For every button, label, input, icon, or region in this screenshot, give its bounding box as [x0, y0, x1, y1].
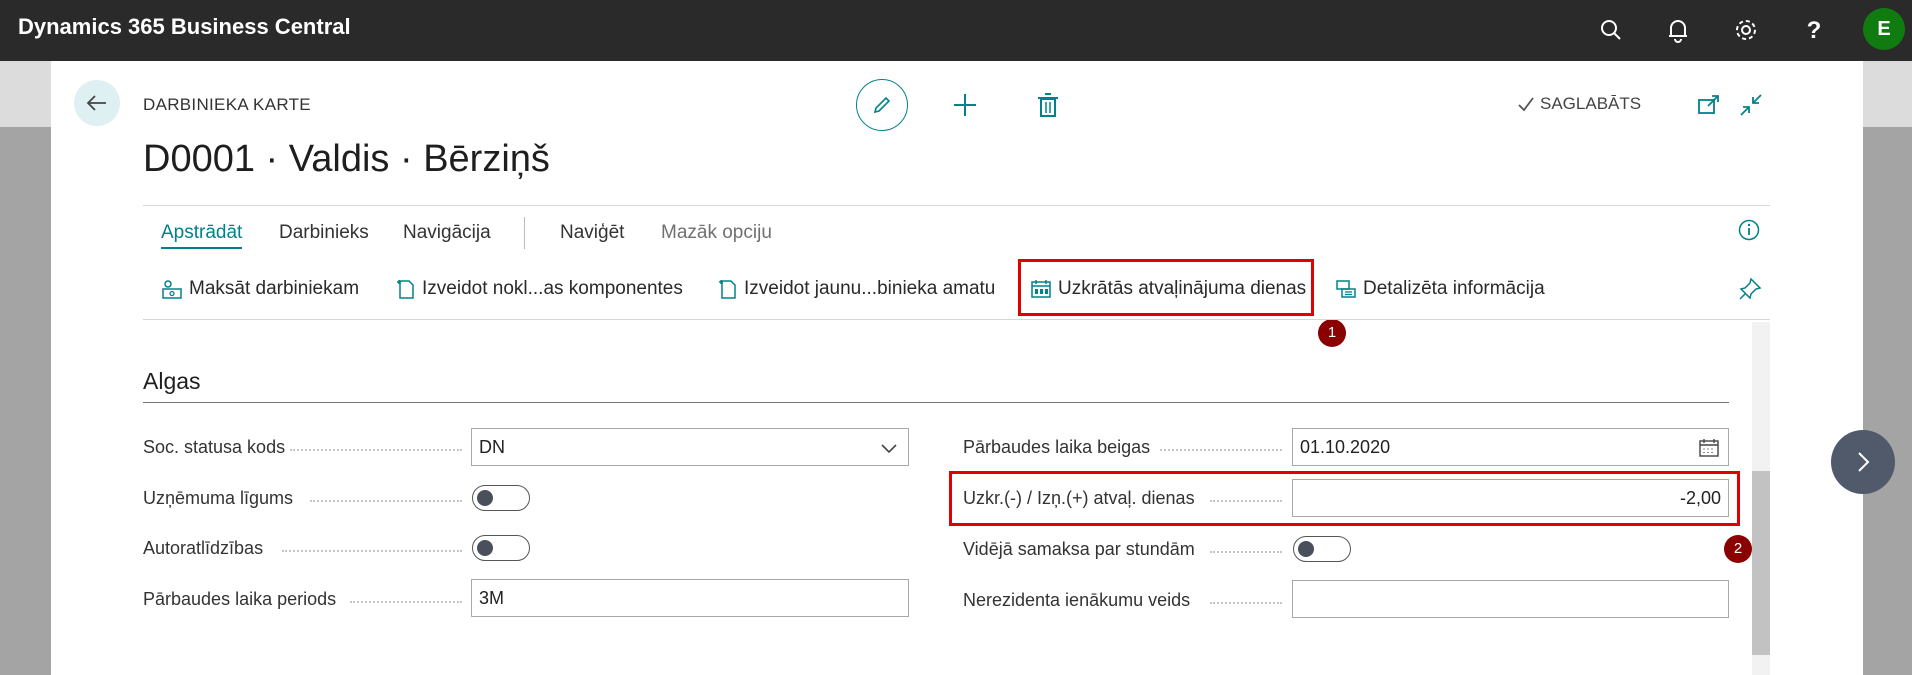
- scrollbar-thumb[interactable]: [1752, 471, 1770, 655]
- help-icon[interactable]: ?: [1798, 14, 1830, 46]
- trash-icon: [1038, 93, 1058, 117]
- soc-status-select[interactable]: DN: [471, 428, 909, 466]
- field-label-royalties: Autoratlīdzības: [143, 538, 264, 558]
- back-button[interactable]: [74, 80, 120, 126]
- annotation-badge-2: 2: [1724, 535, 1752, 563]
- field-label-probation-end: Pārbaudes laika beigas: [963, 437, 1151, 457]
- chevron-down-icon: [881, 444, 897, 454]
- section-divider: [143, 402, 1729, 403]
- checkmark-icon: [1518, 97, 1534, 112]
- average-hourly-pay-toggle[interactable]: [1293, 536, 1351, 562]
- open-in-new-icon: [1698, 95, 1719, 114]
- avatar[interactable]: E: [1863, 8, 1905, 50]
- dotted-leader: [1160, 449, 1282, 451]
- plus-icon: [954, 94, 976, 116]
- create-new-position-action[interactable]: Izveidot jaunu...binieka amatu: [716, 276, 995, 302]
- detailed-info-action[interactable]: Detalizēta informācija: [1335, 276, 1545, 302]
- tab-fewer-options[interactable]: Mazāk opciju: [661, 222, 772, 244]
- new-button[interactable]: [951, 91, 979, 119]
- field-label-probation-period: Pārbaudes laika periods: [143, 589, 337, 609]
- field-label-nonresident-income: Nerezidenta ienākumu veids: [963, 590, 1191, 610]
- royalties-toggle[interactable]: [472, 535, 530, 561]
- pencil-icon: [873, 96, 891, 114]
- company-contract-toggle[interactable]: [472, 485, 530, 511]
- edit-button[interactable]: [856, 79, 908, 131]
- pay-icon: [162, 280, 182, 299]
- probation-end-date-input[interactable]: 01.10.2020: [1292, 428, 1729, 466]
- pay-employee-label: Maksāt darbiniekam: [189, 278, 360, 299]
- nonresident-income-input[interactable]: [1292, 580, 1729, 618]
- tab-darbinieks[interactable]: Darbinieks: [279, 222, 369, 244]
- app-title[interactable]: Dynamics 365 Business Central: [18, 14, 351, 40]
- field-label-average-hourly-pay: Vidējā samaksa par stundām: [963, 539, 1195, 559]
- tab-navigacija[interactable]: Navigācija: [403, 222, 491, 244]
- info-button[interactable]: [1737, 218, 1761, 242]
- tab-apstradat[interactable]: Apstrādāt: [161, 222, 243, 249]
- bell-icon[interactable]: [1662, 14, 1694, 46]
- pin-button[interactable]: [1737, 276, 1763, 302]
- highlight-box-2: [949, 471, 1740, 526]
- create-new-position-label: Izveidot jaunu...binieka amatu: [744, 278, 996, 299]
- soc-status-value: DN: [479, 437, 505, 457]
- tab-navigeet[interactable]: Naviģēt: [560, 222, 624, 244]
- dotted-leader: [290, 449, 462, 451]
- details-icon: [1336, 280, 1356, 298]
- header-divider: [143, 205, 1770, 206]
- annotation-badge-1: 1: [1318, 319, 1346, 347]
- dotted-leader: [282, 550, 462, 552]
- section-title[interactable]: Algas: [143, 368, 201, 395]
- svg-text:?: ?: [1807, 17, 1822, 44]
- info-icon: [1738, 219, 1760, 241]
- pin-icon: [1739, 277, 1762, 300]
- chevron-right-icon: [1858, 452, 1870, 472]
- next-record-button[interactable]: [1831, 430, 1895, 494]
- gear-icon[interactable]: [1730, 14, 1762, 46]
- page-caption: DARBINIEKA KARTE: [143, 95, 311, 114]
- calendar-icon[interactable]: [1698, 437, 1720, 459]
- tab-separator: [524, 217, 525, 249]
- probation-period-input[interactable]: 3M: [471, 579, 909, 617]
- new-document-icon: [397, 280, 414, 299]
- highlight-box-1: [1018, 259, 1314, 316]
- field-label-company-contract: Uzņēmuma līgums: [143, 488, 294, 508]
- create-default-components-action[interactable]: Izveidot nokl...as komponentes: [394, 276, 683, 302]
- top-bar: Dynamics 365 Business Central ? E: [0, 0, 1912, 61]
- page-title: D0001 · Valdis · Bērziņš: [143, 138, 550, 180]
- command-bar-divider: [143, 319, 1770, 320]
- delete-button[interactable]: [1034, 91, 1062, 119]
- dotted-leader: [310, 500, 462, 502]
- dotted-leader: [1210, 602, 1282, 604]
- create-default-components-label: Izveidot nokl...as komponentes: [422, 278, 683, 299]
- probation-end-date-value: 01.10.2020: [1300, 437, 1391, 457]
- dotted-leader: [1210, 551, 1282, 553]
- saved-status-label: SAGLABĀTS: [1540, 94, 1642, 113]
- arrow-left-icon: [86, 95, 106, 111]
- search-icon[interactable]: [1595, 14, 1627, 46]
- collapse-icon: [1740, 94, 1762, 116]
- dotted-leader: [350, 601, 462, 603]
- detailed-info-label: Detalizēta informācija: [1363, 278, 1545, 299]
- collapse-button[interactable]: [1737, 91, 1765, 119]
- saved-status: SAGLABĀTS: [1516, 94, 1641, 114]
- pay-employee-action[interactable]: Maksāt darbiniekam: [161, 276, 359, 302]
- field-label-soc-status: Soc. statusa kods: [143, 437, 286, 457]
- open-new-window-button[interactable]: [1695, 91, 1723, 119]
- new-document-icon: [719, 280, 736, 299]
